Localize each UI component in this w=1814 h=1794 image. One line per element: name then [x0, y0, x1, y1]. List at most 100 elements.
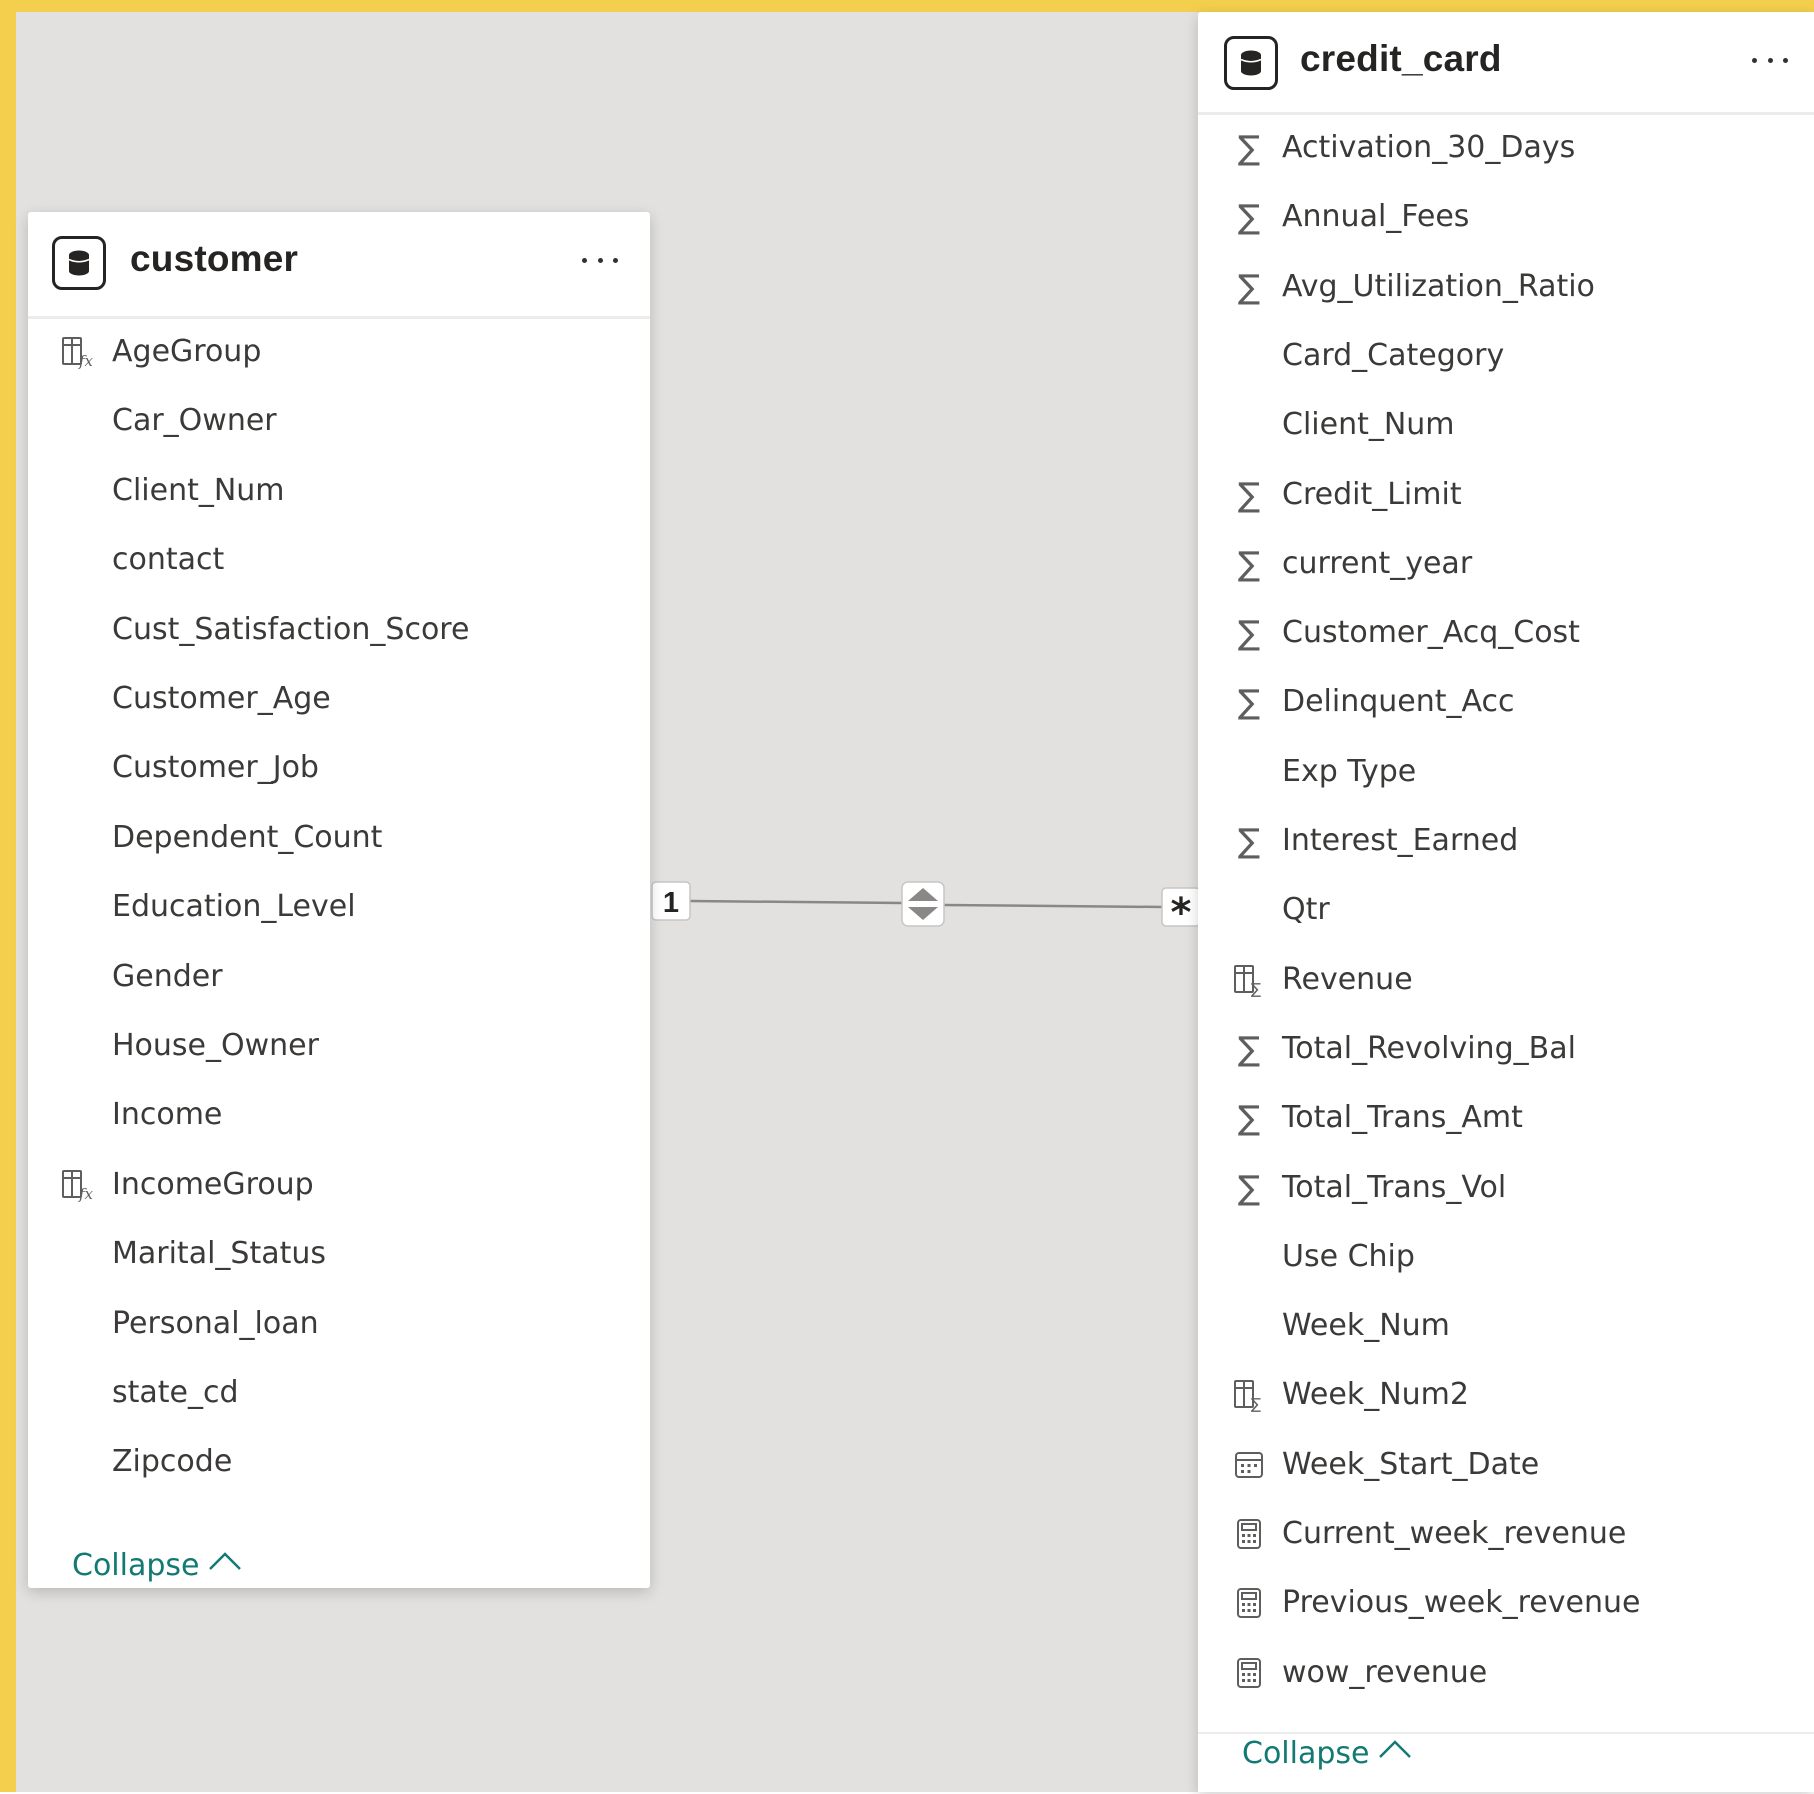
collapse-label: Collapse	[72, 1548, 200, 1583]
field-label: Total_Trans_Amt	[1282, 1100, 1523, 1136]
field-row[interactable]: ∑ Avg_Utilization_Ratio	[1198, 264, 1814, 310]
field-row[interactable]: ∑ Delinquent_Acc	[1198, 679, 1814, 725]
calculated-sigma-column-icon: ∑	[1232, 1378, 1266, 1413]
calendar-icon	[1232, 1448, 1266, 1482]
field-label: Use Chip	[1282, 1238, 1415, 1274]
field-row[interactable]: Exp Type	[1198, 749, 1814, 795]
field-row[interactable]: Client_Num	[28, 468, 650, 514]
field-row[interactable]: Week_Num	[1198, 1303, 1814, 1349]
field-row[interactable]: ∑ Interest_Earned	[1198, 818, 1814, 864]
field-label: Credit_Limit	[1282, 476, 1462, 512]
collapse-label: Collapse	[1242, 1736, 1370, 1771]
field-label: contact	[112, 542, 225, 578]
sigma-icon: ∑	[1237, 266, 1261, 306]
database-icon	[1224, 36, 1278, 90]
field-row[interactable]: Card_Category	[1198, 333, 1814, 379]
calculated-column-icon: fx	[60, 1168, 94, 1203]
collapse-bar: Collapse	[1198, 1732, 1814, 1794]
field-label: Week_Start_Date	[1282, 1446, 1540, 1482]
field-label: Week_Num2	[1282, 1377, 1469, 1413]
field-label: Annual_Fees	[1282, 199, 1470, 235]
more-options-icon[interactable]	[1750, 42, 1790, 78]
sigma-icon: ∑	[1237, 1098, 1261, 1138]
field-row[interactable]: contact	[28, 537, 650, 583]
field-row[interactable]: Previous_week_revenue	[1198, 1580, 1814, 1626]
field-label: Car_Owner	[112, 403, 277, 439]
sigma-icon: ∑	[1237, 821, 1261, 860]
field-row[interactable]: Gender	[28, 954, 650, 1000]
svg-text:∑: ∑	[1251, 980, 1261, 997]
field-label: Customer_Job	[112, 750, 319, 786]
field-row[interactable]: ∑ Customer_Acq_Cost	[1198, 610, 1814, 656]
field-label: Previous_week_revenue	[1282, 1585, 1641, 1621]
field-label: state_cd	[112, 1375, 239, 1410]
field-label: IncomeGroup	[112, 1166, 314, 1202]
field-label: Client_Num	[1282, 407, 1455, 443]
field-row[interactable]: state_cd	[28, 1370, 650, 1416]
field-row[interactable]: ∑ Credit_Limit	[1198, 472, 1814, 518]
field-row[interactable]: fx IncomeGroup	[28, 1162, 650, 1208]
customer-table-header[interactable]: customer	[28, 212, 650, 319]
collapse-button[interactable]: Collapse	[1242, 1736, 1412, 1771]
field-row[interactable]: Cust_Satisfaction_Score	[28, 607, 650, 653]
field-label: Delinquent_Acc	[1282, 684, 1515, 720]
calculated-column-icon: fx	[60, 335, 94, 370]
field-label: Income	[112, 1097, 223, 1133]
calculator-icon	[1232, 1586, 1266, 1620]
field-label: Marital_Status	[112, 1236, 327, 1272]
field-label: Client_Num	[112, 472, 285, 508]
customer-table-card[interactable]: customer fx AgeGroup Car_Owner Client_Numco…	[28, 212, 650, 1588]
field-label: AgeGroup	[112, 334, 262, 369]
svg-text:fx: fx	[78, 352, 94, 369]
field-row[interactable]: ∑ Total_Revolving_Bal	[1198, 1026, 1814, 1072]
chevron-up-icon	[1378, 1740, 1411, 1758]
field-row[interactable]: Customer_Job	[28, 745, 650, 791]
field-row[interactable]: ∑ Week_Num2	[1198, 1372, 1814, 1418]
field-row[interactable]: Week_Start_Date	[1198, 1442, 1814, 1488]
field-label: Avg_Utilization_Ratio	[1282, 268, 1595, 304]
field-row[interactable]: Customer_Age	[28, 676, 650, 722]
credit-card-table-card[interactable]: credit_card ∑ Activation_30_Days ∑ Annual_F…	[1198, 12, 1814, 1792]
field-row[interactable]: Dependent_Count	[28, 815, 650, 861]
sigma-icon: ∑	[1237, 197, 1261, 237]
field-row[interactable]: House_Owner	[28, 1023, 650, 1069]
chevron-up-icon	[208, 1552, 241, 1570]
collapse-button[interactable]: Collapse	[72, 1548, 242, 1583]
sigma-icon: ∑	[1237, 474, 1261, 514]
field-row[interactable]: ∑ Annual_Fees	[1198, 194, 1814, 240]
field-row[interactable]: ∑ Total_Trans_Vol	[1198, 1165, 1814, 1211]
field-row[interactable]: Use Chip	[1198, 1234, 1814, 1280]
field-row[interactable]: Car_Owner	[28, 398, 650, 444]
field-label: Total_Revolving_Bal	[1282, 1030, 1576, 1066]
sigma-icon: ∑	[1237, 1167, 1261, 1207]
field-row[interactable]: Personal_loan	[28, 1301, 650, 1347]
field-label: Total_Trans_Vol	[1282, 1169, 1507, 1205]
field-row[interactable]: Client_Num	[1198, 402, 1814, 448]
field-row[interactable]: Current_week_revenue	[1198, 1511, 1814, 1557]
sigma-icon: ∑	[1237, 543, 1261, 583]
field-label: Cust_Satisfaction_Score	[112, 611, 470, 647]
field-row[interactable]: Education_Level	[28, 884, 650, 930]
field-label: wow_revenue	[1282, 1654, 1488, 1690]
field-row[interactable]: ∑ current_year	[1198, 541, 1814, 587]
field-row[interactable]: Qtr	[1198, 887, 1814, 933]
table-title: credit_card	[1300, 38, 1502, 79]
more-options-icon[interactable]	[580, 242, 620, 278]
sigma-icon: ∑	[1237, 128, 1261, 167]
field-row[interactable]: Marital_Status	[28, 1231, 650, 1277]
field-label: House_Owner	[112, 1028, 319, 1063]
field-row[interactable]: Income	[28, 1092, 650, 1138]
field-label: Exp Type	[1282, 753, 1417, 789]
calculated-sigma-column-icon: ∑	[1232, 963, 1266, 998]
field-label: Interest_Earned	[1282, 823, 1519, 858]
svg-text:fx: fx	[78, 1185, 94, 1202]
field-row[interactable]: wow_revenue	[1198, 1650, 1814, 1696]
field-row[interactable]: ∑ Activation_30_Days	[1198, 125, 1814, 171]
table-title: customer	[130, 238, 299, 279]
field-row[interactable]: fx AgeGroup	[28, 329, 650, 375]
sigma-icon: ∑	[1237, 613, 1261, 653]
credit-card-table-header[interactable]: credit_card	[1198, 12, 1814, 115]
field-row[interactable]: ∑ Revenue	[1198, 957, 1814, 1003]
field-row[interactable]: ∑ Total_Trans_Amt	[1198, 1095, 1814, 1141]
field-row[interactable]: Zipcode	[28, 1439, 650, 1485]
